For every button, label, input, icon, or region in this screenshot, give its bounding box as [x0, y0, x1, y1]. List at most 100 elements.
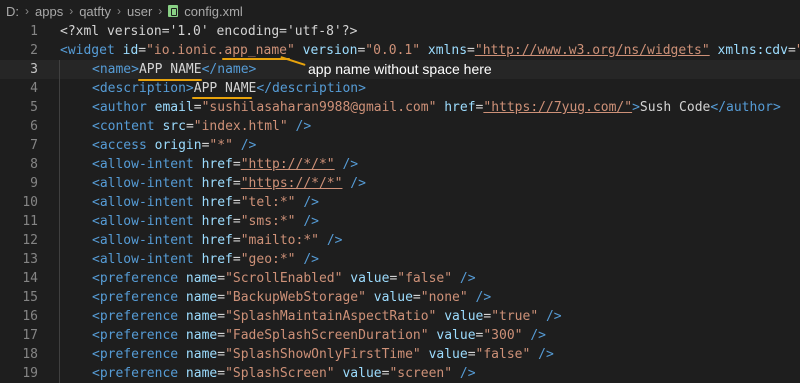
- annotation-underline-name: [138, 79, 202, 81]
- code-line[interactable]: 13 <allow-intent href="geo:*" />: [0, 250, 800, 269]
- code-line[interactable]: 1 <?xml version='1.0' encoding='utf-8'?>: [0, 22, 800, 41]
- code-token: =: [232, 176, 241, 191]
- code-token: =: [232, 157, 241, 172]
- code-token: "false": [397, 271, 453, 286]
- code-line[interactable]: 16 <preference name="SplashMaintainAspect…: [0, 307, 800, 326]
- code-token: "h: [796, 43, 800, 58]
- code-token: <description>: [92, 81, 194, 96]
- code-token: name: [185, 328, 218, 343]
- code-token: <preference: [92, 309, 186, 324]
- code-token: Sush Code: [639, 100, 711, 115]
- code-token: =: [483, 309, 492, 324]
- indent-guide: [59, 345, 92, 364]
- code-line[interactable]: 5 <author email="sushilasaharan9988@gmail…: [0, 98, 800, 117]
- code-token: "screen": [389, 366, 453, 381]
- line-number: 19: [22, 366, 38, 381]
- breadcrumb-drive[interactable]: D:: [6, 4, 19, 19]
- code-token: href: [201, 214, 233, 229]
- chevron-right-icon: ›: [117, 4, 121, 18]
- code-token: <access: [92, 138, 155, 153]
- code-token: />: [467, 290, 492, 305]
- code-line[interactable]: 11 <allow-intent href="sms:*" />: [0, 212, 800, 231]
- code-token: "sms:*": [240, 214, 296, 229]
- line-number: 8: [30, 157, 38, 172]
- code-token: />: [319, 233, 343, 248]
- code-token: APP NAME: [193, 81, 257, 96]
- code-line[interactable]: 8 <allow-intent href="http://*/*" />: [0, 155, 800, 174]
- code-token: =: [467, 43, 475, 58]
- code-token: =: [193, 100, 202, 115]
- breadcrumb-user[interactable]: user: [127, 4, 152, 19]
- code-token: "sushilasaharan9988@gmail.com": [201, 100, 437, 115]
- code-token: "ScrollEnabled": [225, 271, 343, 286]
- indent-guide: [59, 250, 92, 269]
- code-token: <preference: [92, 347, 186, 362]
- code-token: "http://www.w3.org/ns/widgets": [474, 43, 710, 58]
- code-token: <allow-intent: [92, 195, 202, 210]
- code-token: "false": [475, 347, 531, 362]
- chevron-right-icon: ›: [69, 4, 74, 18]
- code-token: <preference: [92, 328, 186, 343]
- code-token: name: [185, 366, 218, 381]
- line-number: 2: [30, 43, 38, 58]
- code-line[interactable]: 14 <preference name="ScrollEnabled" value…: [0, 269, 800, 288]
- indent-guide: [59, 212, 92, 231]
- code-line[interactable]: 2 <widget id="io.ionic.app_name" version=…: [0, 41, 800, 60]
- code-line[interactable]: 18 <preference name="SplashShowOnlyFirstT…: [0, 345, 800, 364]
- breadcrumb-qatfty[interactable]: qatfty: [79, 4, 111, 19]
- code-token: <preference: [92, 290, 186, 305]
- code-line[interactable]: 17 <preference name="FadeSplashScreenDura…: [0, 326, 800, 345]
- code-line[interactable]: 15 <preference name="BackupWebStorage" va…: [0, 288, 800, 307]
- code-token: "io.ionic.app_name": [146, 43, 295, 58]
- breadcrumb: D: › apps › qatfty › user › config.xml: [0, 0, 800, 22]
- code-line[interactable]: 19 <preference name="SplashScreen" value=…: [0, 364, 800, 383]
- code-token: "SplashMaintainAspectRatio": [225, 309, 437, 324]
- breadcrumb-apps[interactable]: apps: [35, 4, 63, 19]
- code-token: xmlns:cdv: [717, 43, 788, 58]
- line-number: 10: [22, 195, 38, 210]
- code-token: =: [217, 328, 226, 343]
- indent-guide: [59, 79, 92, 98]
- breadcrumb-file[interactable]: config.xml: [184, 4, 243, 19]
- indent-guide: [59, 193, 92, 212]
- code-token: email: [154, 100, 194, 115]
- indent-guide: [59, 326, 92, 345]
- code-token: APP NAME: [138, 62, 202, 77]
- indent-guide: [59, 174, 92, 193]
- code-line[interactable]: 6 <content src="index.html" />: [0, 117, 800, 136]
- code-token: <?xml version='1.0' encoding='utf-8'?>: [60, 24, 358, 39]
- line-number: 15: [22, 290, 38, 305]
- code-line[interactable]: 7 <access origin="*" />: [0, 136, 800, 155]
- code-line[interactable]: 10 <allow-intent href="tel:*" />: [0, 193, 800, 212]
- code-token: "0.0.1": [365, 43, 421, 58]
- code-token: =: [217, 366, 226, 381]
- code-token: "SplashShowOnlyFirstTime": [225, 347, 421, 362]
- code-token: "http://*/*": [240, 157, 335, 172]
- line-number: 7: [30, 138, 38, 153]
- code-token: =: [217, 309, 226, 324]
- code-line[interactable]: 9 <allow-intent href="https://*/*" />: [0, 174, 800, 193]
- indent-guide: [59, 288, 92, 307]
- code-token: </author>: [710, 100, 781, 115]
- code-token: "https://*/*": [240, 176, 343, 191]
- chevron-right-icon: ›: [25, 4, 29, 18]
- code-token: <content: [92, 119, 163, 134]
- code-token: "https://7yug.com/": [483, 100, 633, 115]
- line-number: 5: [30, 100, 38, 115]
- line-number: 16: [22, 309, 38, 324]
- code-line[interactable]: 4 <description>APP NAME</description>: [0, 79, 800, 98]
- indent-guide: [59, 364, 92, 383]
- annotation-underline-description: [192, 97, 252, 99]
- code-token: origin: [154, 138, 202, 153]
- code-token: </name>: [201, 62, 257, 77]
- code-token: name: [185, 309, 218, 324]
- indent-guide: [59, 117, 92, 136]
- code-token: />: [538, 309, 562, 324]
- line-number: 4: [30, 81, 38, 96]
- code-token: =: [787, 43, 796, 58]
- line-number: 1: [30, 24, 38, 39]
- code-token: />: [522, 328, 546, 343]
- code-line[interactable]: 12 <allow-intent href="mailto:*" />: [0, 231, 800, 250]
